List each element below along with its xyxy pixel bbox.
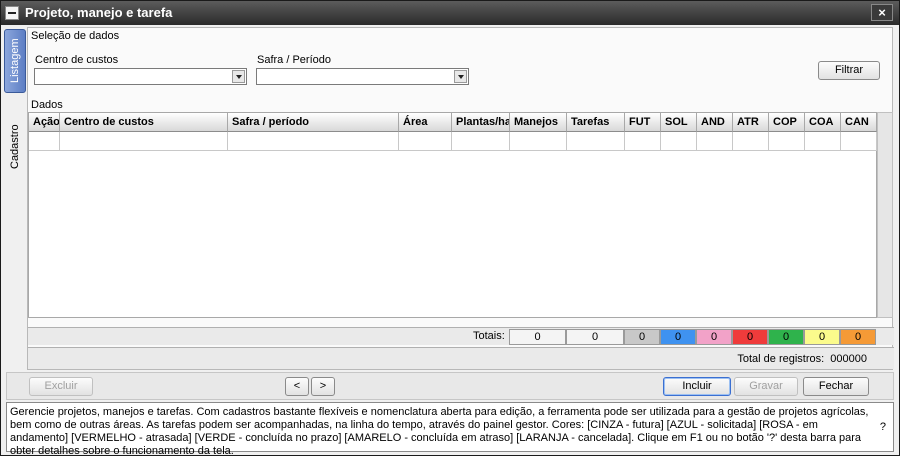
selection-section-label: Seleção de dados bbox=[31, 30, 120, 42]
chevron-down-icon[interactable] bbox=[454, 70, 467, 83]
fechar-button[interactable]: Fechar bbox=[803, 377, 869, 396]
col-header-safra-periodo[interactable]: Safra / período bbox=[228, 113, 399, 132]
total-sol: 0 bbox=[660, 329, 696, 345]
excluir-button[interactable]: Excluir bbox=[29, 377, 93, 396]
side-tabs: Listagem Cadastro bbox=[4, 27, 26, 169]
col-header-acao[interactable]: Ação bbox=[29, 113, 60, 132]
grid-cell[interactable] bbox=[567, 132, 625, 151]
col-header-atr[interactable]: ATR bbox=[733, 113, 769, 132]
tab-cadastro[interactable]: Cadastro bbox=[4, 121, 26, 173]
grid-cell[interactable] bbox=[805, 132, 841, 151]
window-title: Projeto, manejo e tarefa bbox=[25, 5, 173, 20]
grid-cell[interactable] bbox=[625, 132, 661, 151]
prev-button[interactable]: < bbox=[285, 377, 309, 396]
total-cop: 0 bbox=[768, 329, 804, 345]
incluir-button[interactable]: Incluir bbox=[663, 377, 731, 396]
col-header-plantas-ha[interactable]: Plantas/ha bbox=[452, 113, 510, 132]
grid-cell[interactable] bbox=[29, 132, 60, 151]
data-grid[interactable]: Ação Centro de custos Safra / período Ár… bbox=[28, 112, 877, 318]
vertical-scrollbar[interactable] bbox=[877, 112, 893, 318]
close-button[interactable]: × bbox=[871, 4, 893, 21]
col-header-coa[interactable]: COA bbox=[805, 113, 841, 132]
col-header-tarefas[interactable]: Tarefas bbox=[567, 113, 625, 132]
grid-cell[interactable] bbox=[228, 132, 399, 151]
help-text: Gerencie projetos, manejos e tarefas. Co… bbox=[10, 406, 869, 457]
record-count: Total de registros: 000000 bbox=[737, 353, 867, 365]
total-fut: 0 bbox=[624, 329, 660, 345]
col-header-manejos[interactable]: Manejos bbox=[510, 113, 567, 132]
help-question-button[interactable]: ? bbox=[880, 421, 886, 434]
centro-custos-label: Centro de custos bbox=[35, 54, 119, 66]
col-header-area[interactable]: Área bbox=[399, 113, 452, 132]
total-can: 0 bbox=[840, 329, 876, 345]
action-bar: Excluir < > Incluir Gravar Fechar bbox=[6, 372, 894, 400]
col-header-and[interactable]: AND bbox=[697, 113, 733, 132]
total-manejos: 0 bbox=[509, 329, 566, 345]
total-and: 0 bbox=[696, 329, 732, 345]
grid-cell[interactable] bbox=[661, 132, 697, 151]
centro-custos-combo[interactable] bbox=[34, 68, 247, 85]
help-bar[interactable]: Gerencie projetos, manejos e tarefas. Co… bbox=[6, 402, 894, 457]
record-count-row: Total de registros: 000000 bbox=[28, 347, 894, 369]
listagem-panel: Seleção de dados Centro de custos Safra … bbox=[27, 27, 894, 370]
main-window: Projeto, manejo e tarefa × Listagem Cada… bbox=[0, 0, 900, 457]
safra-periodo-combo[interactable] bbox=[256, 68, 469, 85]
total-tarefas: 0 bbox=[566, 329, 624, 345]
total-coa: 0 bbox=[804, 329, 840, 345]
grid-cell[interactable] bbox=[697, 132, 733, 151]
system-menu-icon[interactable] bbox=[5, 6, 19, 20]
data-section-label: Dados bbox=[31, 99, 63, 111]
tab-listagem[interactable]: Listagem bbox=[4, 29, 26, 93]
col-header-cop[interactable]: COP bbox=[769, 113, 805, 132]
grid-cell[interactable] bbox=[841, 132, 877, 151]
filter-button[interactable]: Filtrar bbox=[818, 61, 880, 80]
grid-cell[interactable] bbox=[399, 132, 452, 151]
grid-cell[interactable] bbox=[60, 132, 228, 151]
total-atr: 0 bbox=[732, 329, 768, 345]
col-header-centro-custos[interactable]: Centro de custos bbox=[60, 113, 228, 132]
grid-cell[interactable] bbox=[510, 132, 567, 151]
col-header-can[interactable]: CAN bbox=[841, 113, 877, 132]
chevron-down-icon[interactable] bbox=[232, 70, 245, 83]
safra-periodo-label: Safra / Período bbox=[257, 54, 331, 66]
col-header-fut[interactable]: FUT bbox=[625, 113, 661, 132]
totals-label: Totais: bbox=[473, 330, 505, 342]
totals-row: Totais: 0 0 0 0 0 0 0 0 0 bbox=[28, 327, 894, 345]
grid-cell[interactable] bbox=[769, 132, 805, 151]
grid-cell[interactable] bbox=[733, 132, 769, 151]
grid-cell[interactable] bbox=[452, 132, 510, 151]
gravar-button[interactable]: Gravar bbox=[734, 377, 798, 396]
col-header-sol[interactable]: SOL bbox=[661, 113, 697, 132]
next-button[interactable]: > bbox=[311, 377, 335, 396]
title-bar[interactable]: Projeto, manejo e tarefa × bbox=[1, 1, 899, 25]
